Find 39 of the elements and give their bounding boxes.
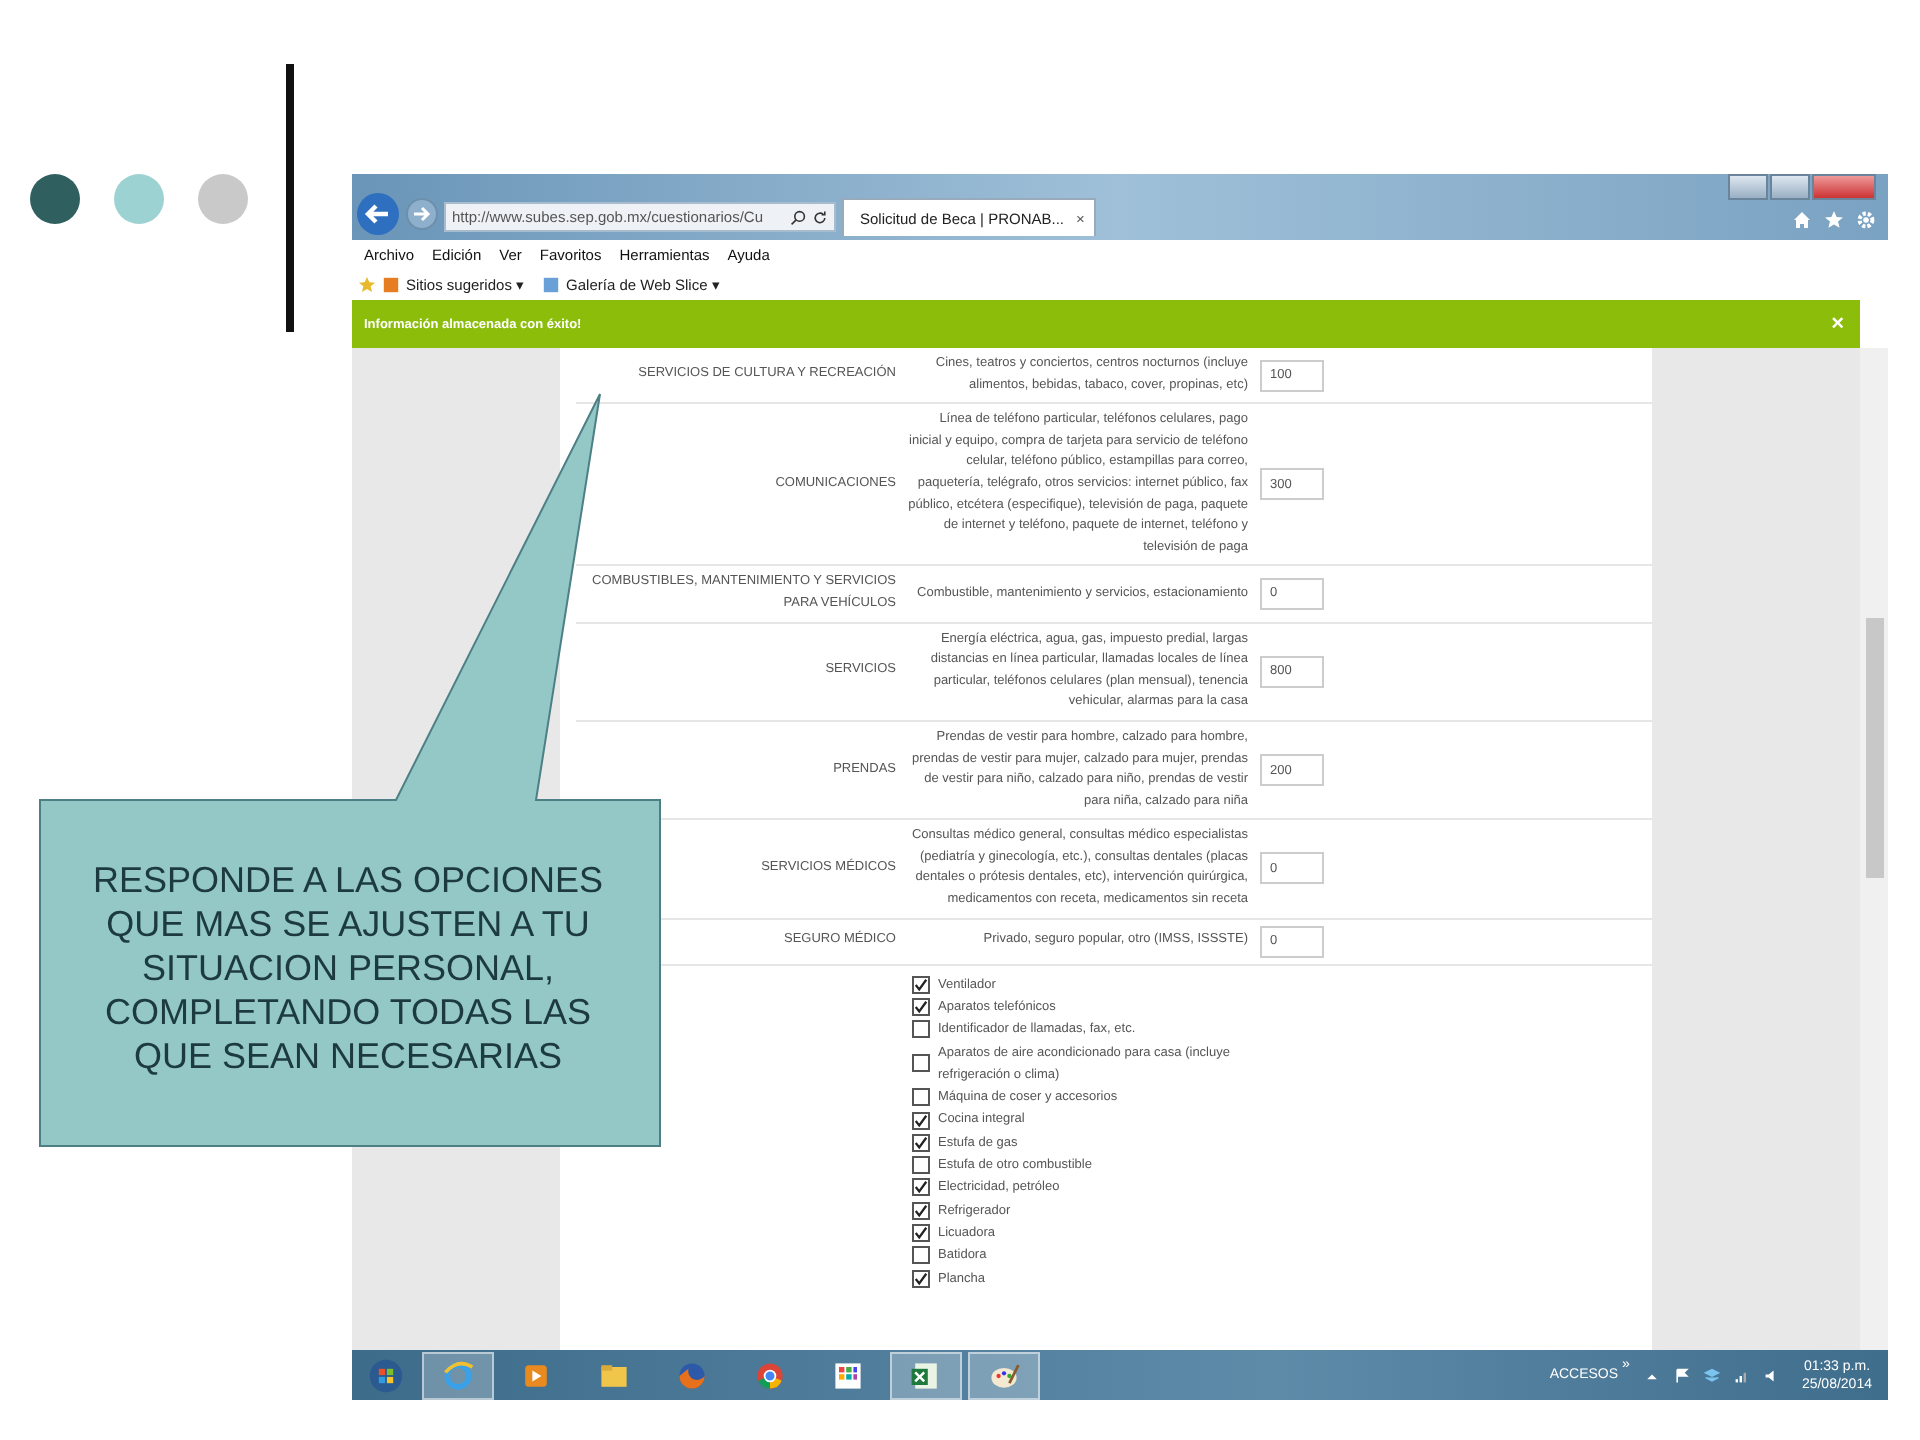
- checkbox[interactable]: [912, 1156, 930, 1175]
- checkbox[interactable]: [912, 975, 930, 994]
- checkbox[interactable]: [912, 1224, 930, 1243]
- checkbox[interactable]: [912, 1178, 930, 1197]
- flag-icon[interactable]: [1673, 1367, 1690, 1383]
- checkbox[interactable]: [912, 1246, 930, 1265]
- box-icon[interactable]: [1703, 1367, 1720, 1383]
- site-icon: [382, 276, 400, 294]
- checkbox[interactable]: [912, 1054, 930, 1073]
- taskbar-button[interactable]: [890, 1351, 962, 1399]
- checkbox[interactable]: [912, 1020, 930, 1039]
- home-icon[interactable]: [1792, 210, 1812, 230]
- favorites-icon[interactable]: [1824, 210, 1844, 230]
- globe-e-icon: [440, 1357, 476, 1393]
- app-grid-icon: [830, 1357, 866, 1393]
- forward-icon[interactable]: [406, 198, 438, 230]
- search-icon[interactable]: [790, 209, 806, 225]
- minimize-button[interactable]: [1728, 174, 1768, 200]
- star-icon[interactable]: [358, 276, 376, 294]
- volume-icon[interactable]: [1763, 1367, 1780, 1383]
- checkbox[interactable]: [912, 1133, 930, 1152]
- checkbox[interactable]: [912, 1111, 930, 1130]
- checkbox[interactable]: [912, 1088, 930, 1107]
- signal-icon[interactable]: [1733, 1367, 1750, 1383]
- checkbox[interactable]: [912, 998, 930, 1017]
- fox-globe-icon: [674, 1357, 710, 1393]
- checkbox[interactable]: [912, 1269, 930, 1288]
- taskbar-button[interactable]: [968, 1351, 1040, 1399]
- taskbar-button[interactable]: [422, 1351, 494, 1399]
- settings-icon[interactable]: [1856, 210, 1876, 230]
- refresh-icon[interactable]: [812, 209, 828, 225]
- page-icon: [542, 276, 561, 294]
- checkbox[interactable]: [912, 1201, 930, 1220]
- maximize-button[interactable]: [1770, 174, 1810, 200]
- windows-logo-icon: [368, 1357, 404, 1393]
- scrollbar[interactable]: [1860, 348, 1888, 1350]
- callout-text: RESPONDE A LAS OPCIONES QUE MAS SE AJUSTEN A TU SITUACION PERSONAL, COMPLETANDO TODAS LAS QUE SEAN NECESARIAS: [90, 858, 606, 1080]
- back-icon[interactable]: [356, 192, 400, 236]
- round-browser-icon: [752, 1357, 788, 1393]
